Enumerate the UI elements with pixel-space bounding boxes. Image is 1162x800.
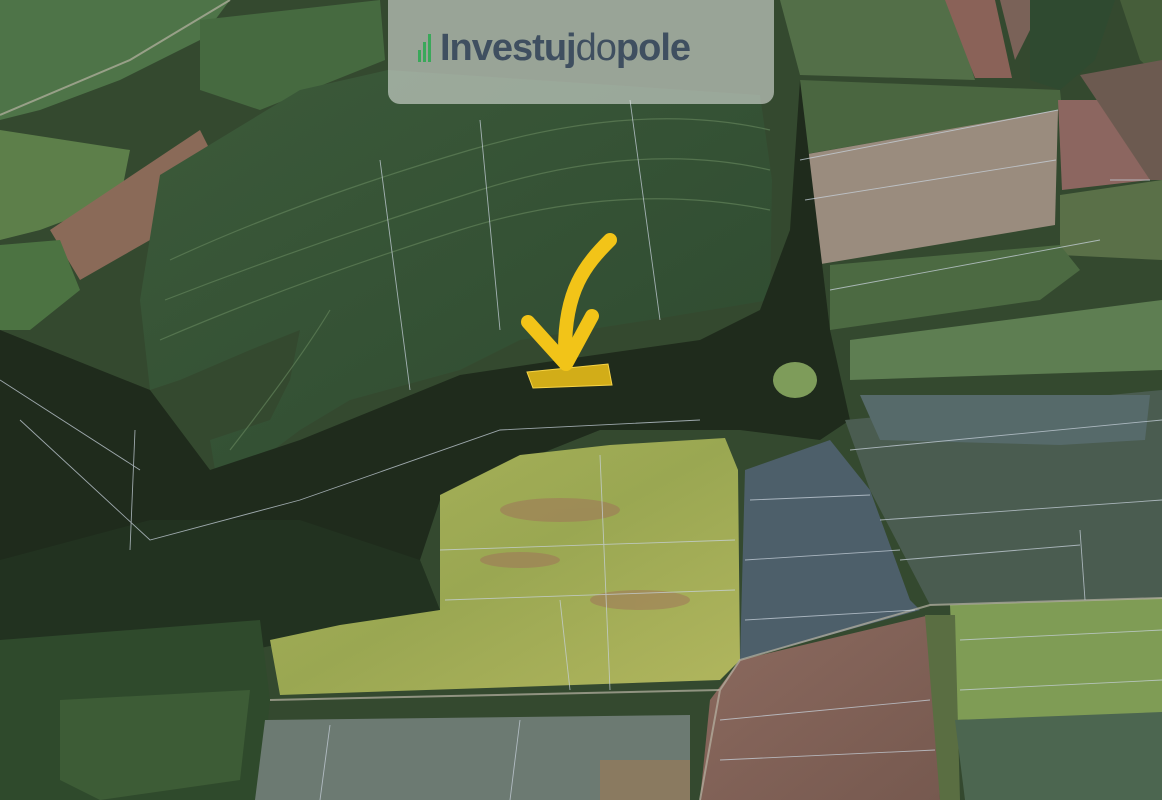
- brand-part-2: do: [575, 27, 617, 69]
- meadow-patch: [773, 362, 817, 398]
- brand-part-3: pole: [615, 27, 691, 69]
- brand-logo[interactable]: Investujdopole: [388, 0, 774, 104]
- brand-name: Investujdopole: [440, 24, 691, 72]
- brand-part-1: Investuj: [440, 27, 577, 69]
- bar-chart-icon: [418, 34, 431, 62]
- satellite-map[interactable]: [0, 0, 1162, 800]
